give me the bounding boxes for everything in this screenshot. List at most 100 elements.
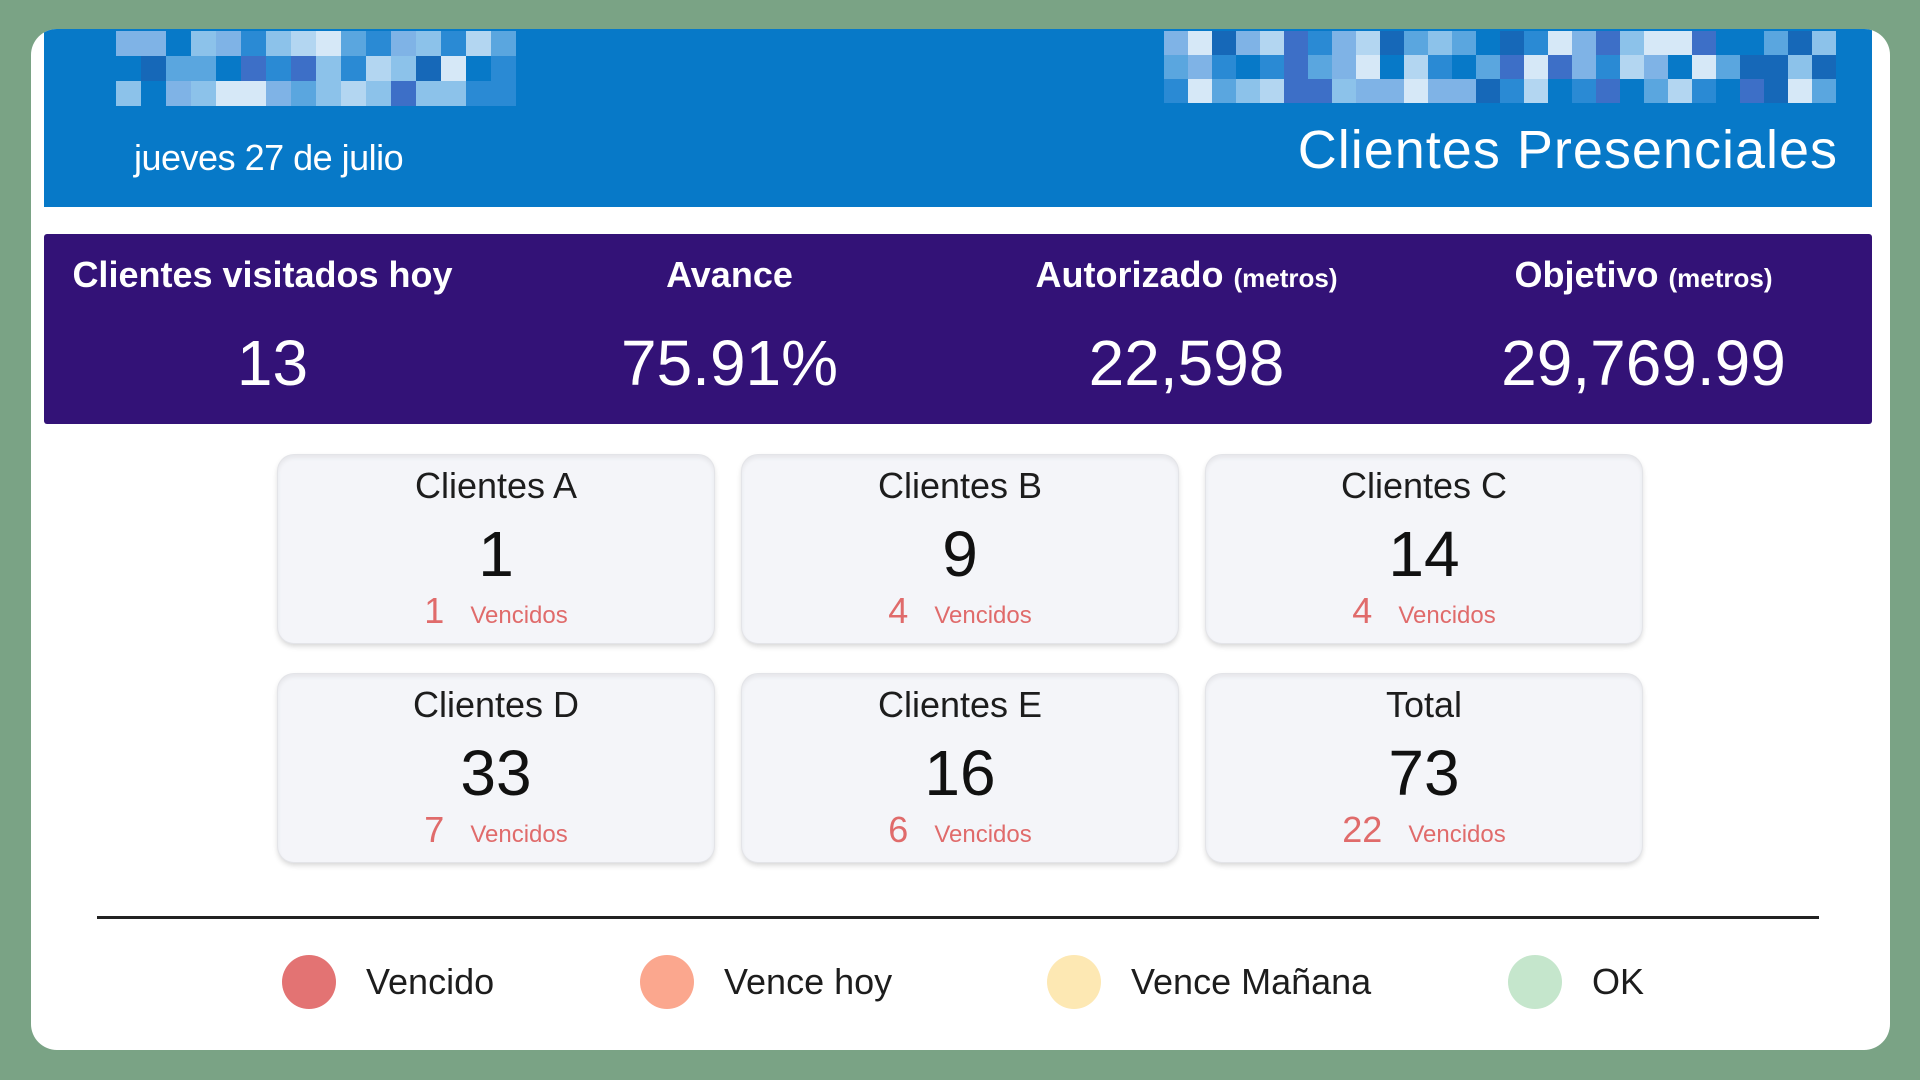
kpi-avance: Avance 75.91% bbox=[501, 234, 958, 424]
header-date: jueves 27 de julio bbox=[134, 137, 404, 178]
overdue-count: 7 bbox=[424, 809, 445, 850]
logo-pixel bbox=[1716, 55, 1740, 79]
logo-pixel bbox=[166, 56, 191, 81]
logo-pixel bbox=[1236, 55, 1260, 79]
logo-pixel bbox=[266, 81, 291, 106]
logo-pixel bbox=[1788, 79, 1812, 103]
kpi-value: 13 bbox=[236, 327, 309, 399]
legend-label: Vence hoy bbox=[724, 961, 893, 1002]
logo-pixel bbox=[1764, 79, 1788, 103]
logo-pixel bbox=[1620, 31, 1644, 55]
logo-pixel bbox=[1644, 79, 1668, 103]
logo-pixel bbox=[116, 56, 141, 81]
status-dot-icon bbox=[640, 955, 694, 1009]
logo-pixel bbox=[1524, 79, 1548, 103]
tile-clientes-a[interactable]: Clientes A 1 1 Vencidos bbox=[278, 455, 714, 643]
logo-pixel bbox=[216, 56, 241, 81]
overdue-label: Vencidos bbox=[1398, 602, 1496, 629]
logo-pixel bbox=[416, 31, 441, 56]
logo-pixel bbox=[1524, 31, 1548, 55]
logo-pixel bbox=[1308, 31, 1332, 55]
logo-pixel bbox=[1476, 31, 1500, 55]
tile-total[interactable]: Total 73 22 Vencidos bbox=[1206, 674, 1642, 862]
logo-pixel bbox=[1332, 55, 1356, 79]
tile-title: Clientes B bbox=[877, 465, 1043, 506]
logo-pixel bbox=[1260, 55, 1284, 79]
logo-pixel bbox=[1572, 55, 1596, 79]
tile-overdue: 1 Vencidos bbox=[278, 590, 714, 632]
logo-pixel bbox=[241, 81, 266, 106]
tile-title: Clientes C bbox=[1340, 465, 1508, 506]
tile-clientes-c[interactable]: Clientes C 14 4 Vencidos bbox=[1206, 455, 1642, 643]
kpi-clientes-visitados: Clientes visitados hoy 13 bbox=[44, 234, 501, 424]
logo-pixel bbox=[266, 31, 291, 56]
logo-pixel bbox=[391, 81, 416, 106]
tile-clientes-b[interactable]: Clientes B 9 4 Vencidos bbox=[742, 455, 1178, 643]
legend-item-ok: OK bbox=[1508, 954, 1644, 1010]
logo-pixel bbox=[1524, 55, 1548, 79]
legend-label: Vencido bbox=[366, 961, 495, 1002]
blurred-logo-right bbox=[1164, 31, 1836, 103]
logo-pixel bbox=[266, 56, 291, 81]
logo-pixel bbox=[1476, 79, 1500, 103]
logo-pixel bbox=[191, 81, 216, 106]
logo-pixel bbox=[1596, 31, 1620, 55]
overdue-label: Vencidos bbox=[934, 821, 1032, 848]
logo-pixel bbox=[1308, 55, 1332, 79]
logo-pixel bbox=[1764, 55, 1788, 79]
logo-pixel bbox=[466, 56, 491, 81]
legend-label: OK bbox=[1592, 961, 1645, 1002]
tile-title: Clientes A bbox=[414, 465, 578, 506]
logo-pixel bbox=[1164, 55, 1188, 79]
logo-pixel bbox=[441, 56, 466, 81]
tile-count: 73 bbox=[1388, 737, 1460, 809]
tile-clientes-e[interactable]: Clientes E 16 6 Vencidos bbox=[742, 674, 1178, 862]
logo-pixel bbox=[191, 56, 216, 81]
logo-pixel bbox=[1332, 31, 1356, 55]
overdue-count: 6 bbox=[888, 809, 909, 850]
logo-pixel bbox=[291, 56, 316, 81]
logo-pixel bbox=[1404, 55, 1428, 79]
logo-pixel bbox=[191, 31, 216, 56]
logo-pixel bbox=[316, 31, 341, 56]
status-dot-icon bbox=[282, 955, 336, 1009]
tile-title: Clientes E bbox=[877, 684, 1043, 725]
logo-pixel bbox=[241, 56, 266, 81]
logo-pixel bbox=[441, 81, 466, 106]
logo-pixel bbox=[116, 31, 141, 56]
tile-overdue: 22 Vencidos bbox=[1206, 809, 1642, 851]
logo-pixel bbox=[1740, 55, 1764, 79]
logo-pixel bbox=[1644, 55, 1668, 79]
status-dot-icon bbox=[1508, 955, 1562, 1009]
logo-pixel bbox=[1380, 31, 1404, 55]
logo-pixel bbox=[1212, 79, 1236, 103]
tile-overdue: 7 Vencidos bbox=[278, 809, 714, 851]
logo-pixel bbox=[1356, 31, 1380, 55]
logo-pixel bbox=[291, 31, 316, 56]
kpi-value: 22,598 bbox=[1088, 327, 1285, 399]
logo-pixel bbox=[1428, 55, 1452, 79]
logo-pixel bbox=[341, 81, 366, 106]
tile-count: 14 bbox=[1388, 518, 1460, 590]
tile-clientes-d[interactable]: Clientes D 33 7 Vencidos bbox=[278, 674, 714, 862]
logo-pixel bbox=[441, 31, 466, 56]
kpi-unit: (metros) bbox=[1668, 263, 1773, 293]
logo-pixel bbox=[1500, 31, 1524, 55]
logo-pixel bbox=[1572, 79, 1596, 103]
overdue-label: Vencidos bbox=[1408, 821, 1506, 848]
logo-pixel bbox=[1740, 31, 1764, 55]
tile-overdue: 4 Vencidos bbox=[1206, 590, 1642, 632]
divider bbox=[97, 916, 1819, 919]
logo-pixel bbox=[166, 81, 191, 106]
logo-pixel bbox=[1284, 31, 1308, 55]
dashboard-header: jueves 27 de julio Clientes Presenciales bbox=[44, 29, 1872, 207]
logo-pixel bbox=[1500, 55, 1524, 79]
logo-pixel bbox=[316, 81, 341, 106]
legend-item-vence-hoy: Vence hoy bbox=[640, 954, 892, 1010]
logo-pixel bbox=[366, 56, 391, 81]
kpi-label: Objetivo bbox=[1514, 254, 1659, 295]
overdue-count: 22 bbox=[1342, 809, 1383, 850]
logo-pixel bbox=[241, 31, 266, 56]
overdue-count: 4 bbox=[888, 590, 909, 631]
page-title: Clientes Presenciales bbox=[1297, 120, 1838, 180]
